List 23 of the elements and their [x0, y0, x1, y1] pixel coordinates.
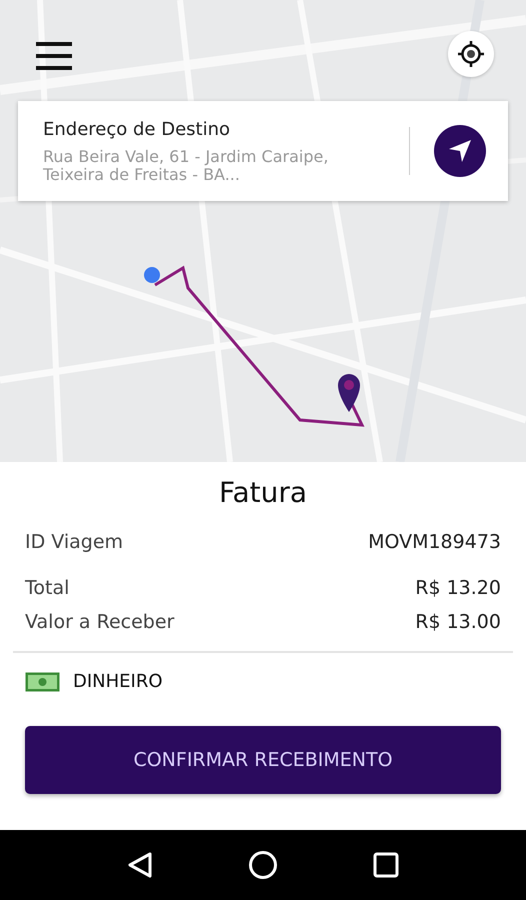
destination-title: Endereço de Destino: [43, 118, 232, 140]
navigation-arrow-icon: [447, 138, 473, 164]
row-label: ID Viagem: [25, 531, 124, 553]
confirm-button[interactable]: CONFIRMAR RECEBIMENTO: [25, 726, 501, 794]
recents-icon: [372, 852, 399, 878]
crosshair-icon: [457, 40, 485, 68]
back-button[interactable]: [127, 851, 154, 879]
home-button[interactable]: [248, 850, 278, 880]
invoice-title: Fatura: [218, 476, 308, 509]
home-icon: [248, 850, 278, 880]
row-value: R$ 13.00: [415, 611, 501, 633]
row-value: R$ 13.20: [415, 577, 501, 599]
recents-button[interactable]: [372, 852, 399, 878]
navigate-button[interactable]: [434, 125, 486, 177]
row-value: MOVM189473: [368, 531, 501, 553]
menu-icon: [34, 40, 74, 72]
banknote-icon: [25, 672, 60, 692]
row-label: Total: [25, 577, 70, 599]
row-label: Valor a Receber: [25, 611, 174, 633]
menu-button[interactable]: [34, 40, 74, 72]
payment-method: DINHEIRO: [73, 671, 163, 692]
destination-address: Rua Beira Vale, 61 - Jardim Caraipe, Teixeira de Freitas - BA...: [43, 148, 330, 184]
back-icon: [127, 851, 154, 879]
